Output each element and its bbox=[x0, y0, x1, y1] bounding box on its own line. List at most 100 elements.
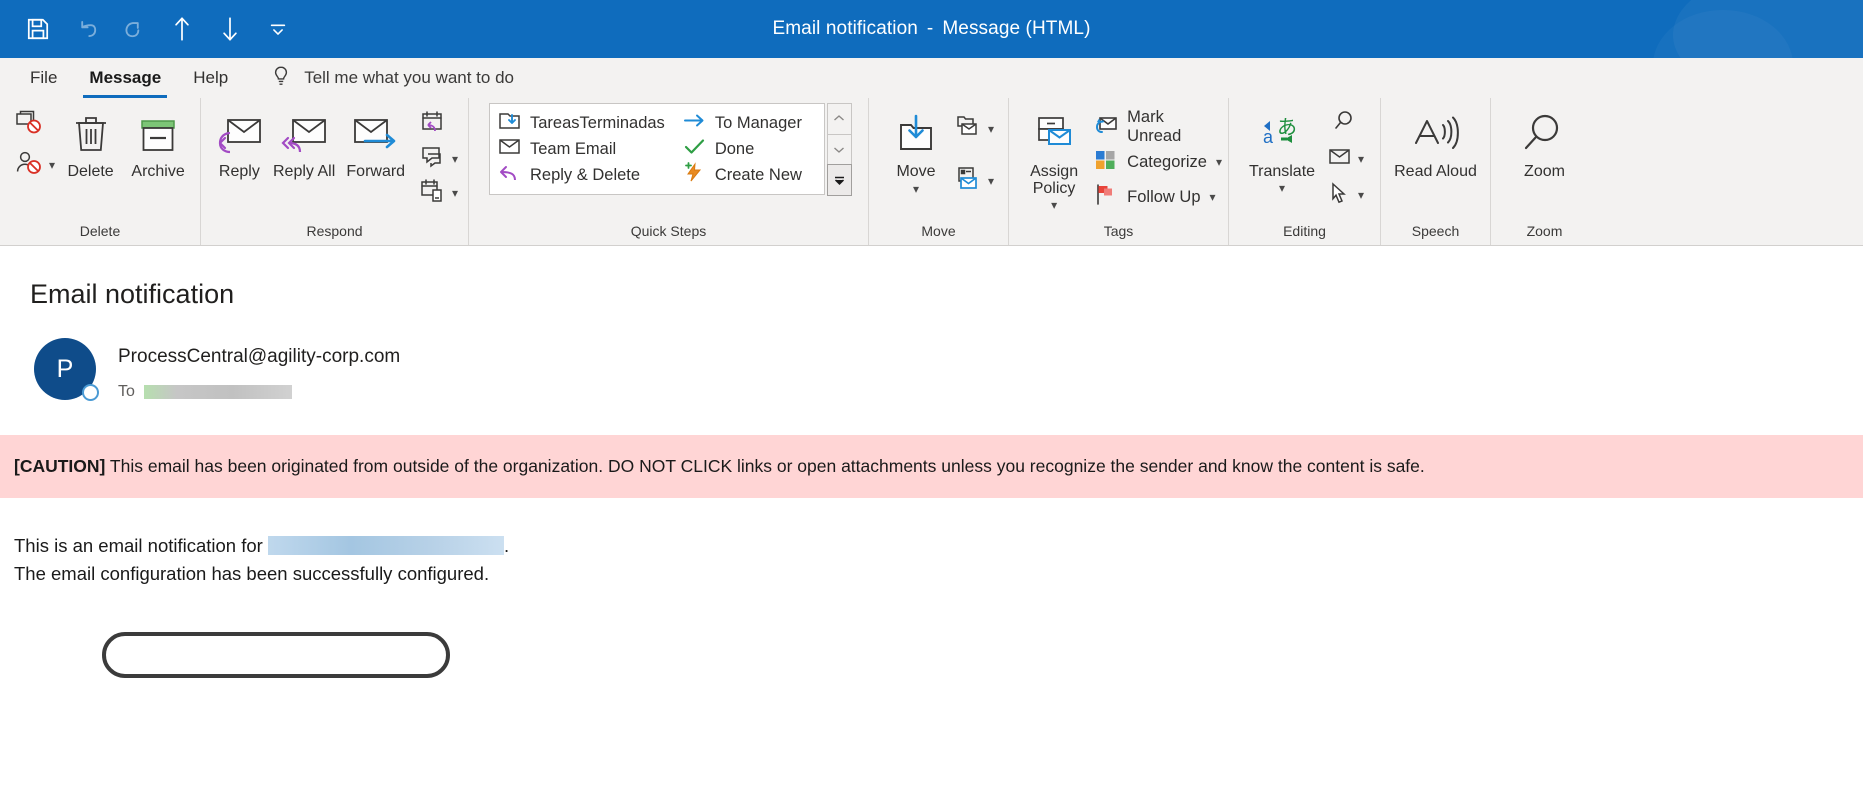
undo-icon[interactable] bbox=[62, 7, 110, 51]
redo-icon[interactable] bbox=[110, 7, 158, 51]
quick-step-team-email[interactable]: Team Email bbox=[498, 136, 683, 162]
onenote-button[interactable]: ▾ bbox=[955, 166, 994, 196]
save-icon[interactable] bbox=[14, 7, 62, 51]
forward-label: Forward bbox=[346, 163, 406, 180]
reply-all-button[interactable]: Reply All bbox=[272, 104, 337, 181]
quick-step-label: Reply & Delete bbox=[530, 165, 641, 184]
archive-button[interactable]: Archive bbox=[122, 104, 194, 181]
message-header: P ProcessCentral@agility-corp.com To bbox=[0, 310, 1863, 678]
quick-step-to-manager[interactable]: To Manager bbox=[683, 110, 820, 136]
ribbon-group-quick-steps: TareasTerminadas Team Email Reply & Dele… bbox=[468, 98, 868, 245]
tab-help[interactable]: Help bbox=[177, 58, 244, 98]
quick-steps-scroll-up[interactable] bbox=[826, 103, 852, 135]
ribbon-group-editing: a あ Translate ▾ ▾ ▾ Editing bbox=[1228, 98, 1380, 245]
mark-unread-button[interactable]: Mark Unread bbox=[1093, 108, 1222, 145]
trash-icon bbox=[70, 108, 112, 162]
tab-file-label: File bbox=[30, 68, 58, 87]
follow-up-label: Follow Up bbox=[1127, 187, 1201, 206]
ribbon-group-delete: ▾ Delete Archive Delete bbox=[0, 98, 200, 245]
ignore-button[interactable] bbox=[14, 110, 55, 140]
chevron-down-icon[interactable]: ▾ bbox=[452, 187, 458, 199]
translate-label: Translate bbox=[1248, 163, 1316, 180]
assign-policy-button[interactable]: Assign Policy ▾ bbox=[1023, 104, 1085, 211]
quick-steps-scrollbar[interactable] bbox=[826, 103, 852, 197]
next-item-icon[interactable] bbox=[206, 7, 254, 51]
sender-email[interactable]: ProcessCentral@agility-corp.com bbox=[118, 346, 400, 369]
previous-item-icon[interactable] bbox=[158, 7, 206, 51]
archive-label: Archive bbox=[131, 163, 185, 180]
body-line-1: This is an email notification for . bbox=[14, 532, 1863, 561]
rules-folder-envelope-icon bbox=[955, 114, 983, 145]
chevron-down-icon[interactable]: ▾ bbox=[988, 123, 994, 135]
quick-steps-gallery: TareasTerminadas Team Email Reply & Dele… bbox=[489, 103, 825, 195]
forward-button[interactable]: Forward bbox=[337, 104, 415, 181]
checkmark-icon bbox=[683, 136, 706, 162]
tab-file[interactable]: File bbox=[14, 58, 73, 98]
reply-button[interactable]: Reply bbox=[207, 104, 272, 181]
sender-highlight-annotation bbox=[102, 632, 450, 678]
quick-steps-scroll-down[interactable] bbox=[826, 133, 852, 166]
zoom-magnifier-icon bbox=[1520, 108, 1570, 162]
follow-up-button[interactable]: Follow Up ▾ bbox=[1093, 181, 1222, 213]
quick-steps-more[interactable] bbox=[826, 164, 852, 197]
forward-icon bbox=[351, 108, 401, 162]
recipient-line: To bbox=[118, 383, 400, 401]
group-label-editing: Editing bbox=[1283, 223, 1326, 239]
more-respond-actions-button[interactable]: ▾ bbox=[419, 178, 458, 208]
reply-all-label: Reply All bbox=[273, 163, 336, 180]
title-bar: Email notification - Message (HTML) bbox=[0, 0, 1863, 58]
svg-text:あ: あ bbox=[1277, 115, 1297, 139]
quick-step-tareas-terminadas[interactable]: TareasTerminadas bbox=[498, 110, 683, 136]
read-aloud-label: Read Aloud bbox=[1394, 163, 1477, 180]
group-label-quick-steps: Quick Steps bbox=[630, 223, 707, 239]
find-button[interactable] bbox=[1327, 108, 1364, 138]
group-label-speech: Speech bbox=[1411, 223, 1460, 239]
categorize-button[interactable]: Categorize ▾ bbox=[1093, 146, 1222, 178]
translate-button[interactable]: a あ Translate ▾ bbox=[1241, 104, 1323, 194]
delete-button[interactable]: Delete bbox=[59, 104, 122, 181]
tell-me-label: Tell me what you want to do bbox=[304, 68, 514, 87]
chevron-down-icon[interactable]: ▾ bbox=[1279, 182, 1285, 194]
move-label: Move bbox=[896, 163, 936, 180]
im-button[interactable]: ▾ bbox=[419, 144, 458, 174]
move-small-buttons: ▾ ▾ bbox=[951, 104, 998, 196]
respond-small-buttons: ▾ ▾ bbox=[415, 104, 462, 208]
chevron-down-icon[interactable]: ▾ bbox=[1210, 191, 1216, 203]
group-label-zoom: Zoom bbox=[1526, 223, 1563, 239]
group-label-tags: Tags bbox=[1103, 223, 1134, 239]
move-button[interactable]: Move ▾ bbox=[881, 104, 951, 195]
junk-button[interactable]: ▾ bbox=[14, 150, 55, 180]
zoom-button[interactable]: Zoom bbox=[1503, 104, 1587, 181]
quick-step-reply-delete[interactable]: Reply & Delete bbox=[498, 162, 683, 188]
sender-info: ProcessCentral@agility-corp.com To bbox=[96, 338, 400, 401]
tab-message[interactable]: Message bbox=[73, 58, 177, 98]
chevron-down-icon[interactable]: ▾ bbox=[1358, 153, 1364, 165]
meeting-button[interactable] bbox=[419, 110, 458, 140]
chevron-down-icon[interactable]: ▾ bbox=[913, 183, 919, 195]
chevron-down-icon[interactable]: ▾ bbox=[1358, 189, 1364, 201]
lightning-new-icon bbox=[683, 162, 706, 188]
message-subject: Email notification bbox=[30, 279, 235, 309]
quick-step-create-new[interactable]: Create New bbox=[683, 162, 820, 188]
chevron-down-icon[interactable]: ▾ bbox=[1051, 199, 1057, 211]
recipient-redacted bbox=[143, 384, 292, 399]
to-label: To bbox=[118, 382, 135, 400]
quick-steps-column-2: To Manager Done Create New bbox=[683, 110, 820, 188]
tell-me-search[interactable]: Tell me what you want to do bbox=[244, 58, 514, 98]
quick-step-done[interactable]: Done bbox=[683, 136, 820, 162]
reply-label: Reply bbox=[218, 163, 260, 180]
customize-quick-access-toolbar-icon[interactable] bbox=[254, 7, 302, 51]
caution-tag: [CAUTION] bbox=[14, 455, 106, 476]
related-button[interactable]: ▾ bbox=[1327, 144, 1364, 174]
select-button[interactable]: ▾ bbox=[1327, 180, 1364, 210]
rules-button[interactable]: ▾ bbox=[955, 114, 994, 144]
chevron-down-icon[interactable]: ▾ bbox=[49, 159, 55, 171]
read-aloud-button[interactable]: Read Aloud bbox=[1390, 104, 1482, 181]
calendar-device-icon bbox=[419, 178, 447, 209]
read-aloud-icon bbox=[1410, 108, 1462, 162]
move-folder-icon bbox=[892, 108, 940, 162]
chevron-down-icon[interactable]: ▾ bbox=[1216, 156, 1222, 168]
chevron-down-icon[interactable]: ▾ bbox=[452, 153, 458, 165]
chevron-down-icon[interactable]: ▾ bbox=[988, 175, 994, 187]
ribbon-tabs: File Message Help Tell me what you want … bbox=[0, 58, 1863, 98]
